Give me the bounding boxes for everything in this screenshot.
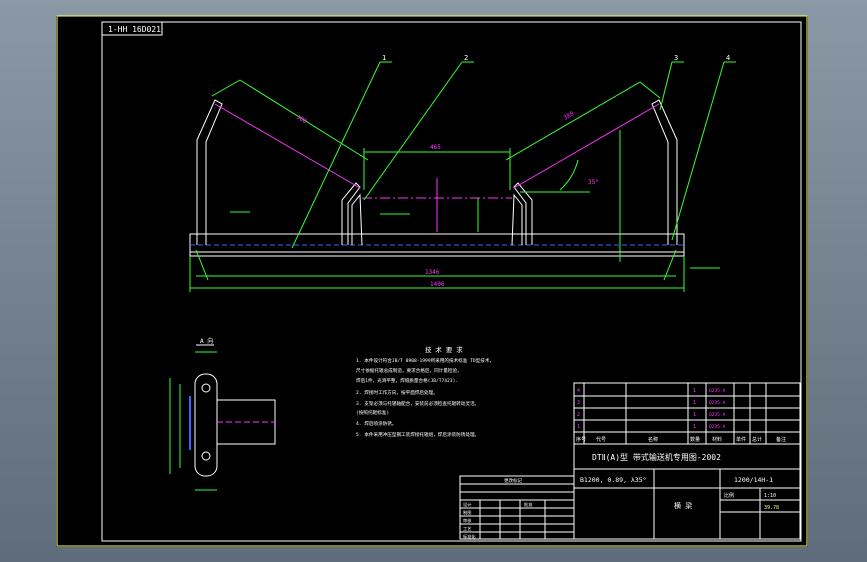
detail-hole-top	[201, 383, 211, 393]
hdr-qty: 数量	[690, 436, 700, 443]
tech-line-6: (按照托辊标准)	[356, 409, 389, 416]
dim-left-ext	[211, 79, 241, 97]
hdr-name: 名称	[648, 436, 658, 443]
view-a-label: A 向	[200, 337, 213, 345]
part-no-3: 3	[577, 400, 580, 406]
scale-label: 比例	[724, 492, 734, 499]
rev-row-3: 审核	[463, 517, 472, 524]
parts-list	[573, 382, 801, 445]
leader-4	[671, 61, 725, 241]
part-qty-4: 1	[693, 388, 696, 394]
revision-rows: 设计 制图 审核 工艺 标准化 批准	[463, 501, 532, 540]
rev-row-5: 标准化	[463, 533, 476, 540]
part-qty-1: 1	[693, 424, 696, 430]
callout-1: 1	[382, 54, 386, 62]
hdr-note: 备注	[776, 436, 786, 443]
tech-line-4: 2. 焊接时工作方向，按平面焊后处理。	[356, 389, 438, 396]
hdr-no: 序号	[576, 436, 586, 443]
tech-line-5: 3. 支架必须与托辊轴配合，安装前必须检查托辊转动灵活。	[356, 400, 479, 407]
rev-row-2: 制图	[463, 509, 471, 516]
main-title: DTⅡ(A)型 带式输送机专用图-2002	[592, 452, 721, 462]
dim-trough-angle	[559, 159, 579, 191]
dim-value-angle: 35°	[588, 179, 599, 186]
rev-row-4: 工艺	[463, 526, 471, 531]
spec-text: B1200, 0.89, λ35°	[580, 476, 647, 484]
scale-value: 1:10	[764, 493, 776, 499]
dim-value-inner: 1346	[425, 269, 440, 276]
left-side-bracket	[196, 99, 223, 245]
part-name: 横 梁	[674, 501, 692, 510]
part-mat-4: Q235-A	[709, 388, 726, 394]
callout-2: 2	[464, 54, 468, 62]
hdr-total: 总计	[752, 436, 762, 443]
inner-border	[101, 21, 802, 542]
parts-header: 序号 代号 名称 数量 材料 单件 总计 备注	[576, 436, 786, 443]
part-mat-2: Q235-A	[709, 412, 726, 418]
detail-hole-bottom	[201, 451, 211, 461]
callout-3: 3	[674, 54, 678, 62]
right-center-bracket-inner	[511, 193, 523, 246]
hdr-code: 代号	[596, 436, 606, 443]
tech-line-8: 5. 本件采用冲压型钢工装焊接托辊组，焊后涂装防锈处理。	[356, 431, 479, 438]
tech-requirements: 1. 本件设计符合JB/T 8908-1999所采用的技术标准 TD型技术， 尺…	[356, 357, 494, 438]
left-roller-axis	[214, 103, 361, 189]
part-mat-3: Q235-A	[709, 400, 726, 406]
hdr-unit: 单件	[736, 436, 746, 443]
drawing-code: 1-HH 16D021	[108, 25, 161, 34]
dim-value-left: 380	[295, 114, 308, 126]
part-qty-2: 1	[693, 412, 696, 418]
callout-4: 4	[726, 54, 730, 62]
tech-title: 技 术 要 求	[425, 345, 463, 354]
dim-value-right: 380	[563, 110, 576, 122]
tech-line-2: 尺寸依据托辊总成制造，要求合格后，同计量检验，	[356, 367, 462, 374]
left-center-bracket	[341, 182, 361, 245]
tech-line-1: 1. 本件设计符合JB/T 8908-1999所采用的技术标准 TD型技术，	[356, 357, 494, 364]
part-qty-3: 1	[693, 400, 696, 406]
part-mat-1: Q235-A	[709, 424, 726, 430]
tech-line-7: 4. 焊后喷涂防锈。	[356, 420, 396, 427]
hdr-mat: 材料	[712, 436, 722, 443]
tech-line-3: 焊后1件，光滑平整，焊缝质量合格(JB/T7423).	[356, 377, 458, 384]
rev-row-6: 批准	[524, 501, 532, 508]
left-center-bracket-inner	[351, 193, 363, 246]
part-no-4: 4	[577, 388, 580, 394]
right-roller-axis	[513, 103, 660, 189]
dim-value-overall: 1406	[430, 281, 445, 288]
detail-bracket-plate	[194, 373, 218, 477]
drawing-number: 1200/14H-1	[734, 476, 773, 484]
rev-row-1: 设计	[463, 501, 471, 508]
revision-title: 更改标记	[504, 477, 522, 484]
dim-value-center: 465	[430, 144, 441, 151]
revision-block	[459, 475, 575, 540]
parts-rows: 4 Q235-A 1 3 Q235-A 1 2 Q235-A 1 1 Q235-…	[577, 388, 726, 430]
leader-3	[659, 61, 673, 111]
dim-right-ext	[639, 81, 661, 99]
cad-drawing: 1-HH 16D021 380 380 465 1346 1406 35° 1 …	[56, 15, 808, 547]
right-side-bracket	[651, 99, 678, 245]
part-no-1: 1	[577, 424, 580, 430]
leader-2	[363, 61, 463, 201]
leader-1	[291, 61, 381, 249]
part-no-2: 2	[577, 412, 580, 418]
weight-value: 39.78	[764, 505, 779, 511]
